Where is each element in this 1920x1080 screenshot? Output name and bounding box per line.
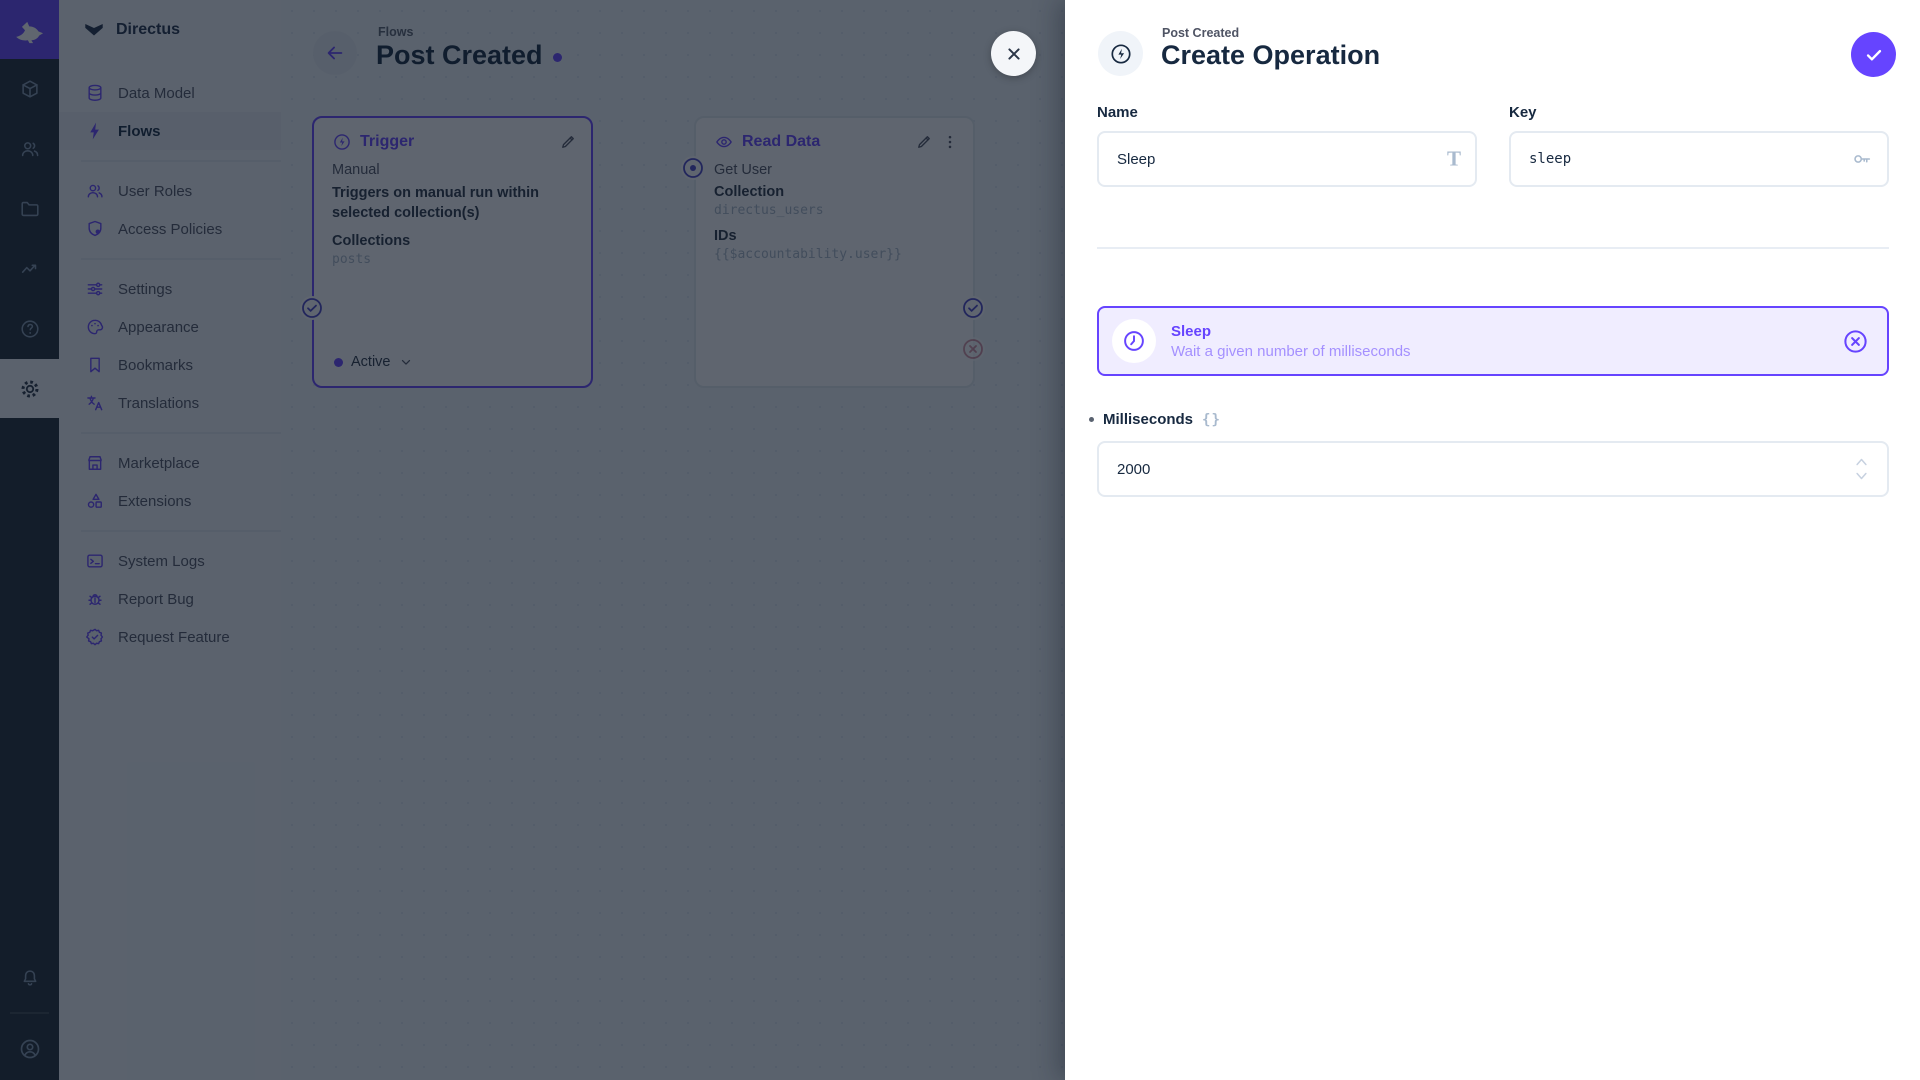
key-field-group: Key <box>1509 104 1889 187</box>
name-field-group: Name T <box>1097 104 1477 187</box>
drawer-title: Create Operation <box>1161 40 1381 70</box>
milliseconds-input[interactable] <box>1097 441 1889 497</box>
operation-card-texts: Sleep Wait a given number of millisecond… <box>1171 323 1411 360</box>
operation-card-name: Sleep <box>1171 322 1212 340</box>
key-input[interactable] <box>1509 131 1889 187</box>
required-dot <box>1089 417 1094 422</box>
name-input[interactable] <box>1097 131 1477 187</box>
key-icon <box>1851 148 1873 170</box>
operation-card-description: Wait a given number of milliseconds <box>1171 342 1411 360</box>
operation-header-icon <box>1098 31 1143 76</box>
format-title-icon: T <box>1446 146 1461 171</box>
key-field-label: Key <box>1509 104 1537 121</box>
selected-operation-card[interactable]: Sleep Wait a given number of millisecond… <box>1097 306 1889 376</box>
check-icon <box>1863 44 1885 66</box>
deselect-operation-button[interactable] <box>1842 328 1869 355</box>
drawer-breadcrumb: Post Created <box>1162 26 1240 40</box>
clock-icon <box>1112 319 1156 363</box>
directus-app: Directus Data Model Flows User Roles Acc… <box>0 0 1920 1080</box>
save-button[interactable] <box>1851 32 1896 77</box>
milliseconds-label-row: Milliseconds {} <box>1089 411 1221 428</box>
name-field-label: Name <box>1097 104 1138 121</box>
number-stepper <box>1854 456 1869 482</box>
stepper-down-icon[interactable] <box>1854 470 1869 482</box>
milliseconds-field-group <box>1097 441 1889 497</box>
create-operation-drawer: Post Created Create Operation Name T Key <box>1065 0 1920 1080</box>
drawer-close-button[interactable] <box>991 31 1036 76</box>
stepper-up-icon[interactable] <box>1854 456 1869 468</box>
close-icon <box>1003 43 1025 65</box>
milliseconds-field-label: Milliseconds <box>1103 411 1194 428</box>
raw-value-toggle-icon[interactable]: {} <box>1202 412 1221 428</box>
drawer-scrim[interactable] <box>0 0 1065 1080</box>
drawer-divider <box>1097 247 1889 249</box>
